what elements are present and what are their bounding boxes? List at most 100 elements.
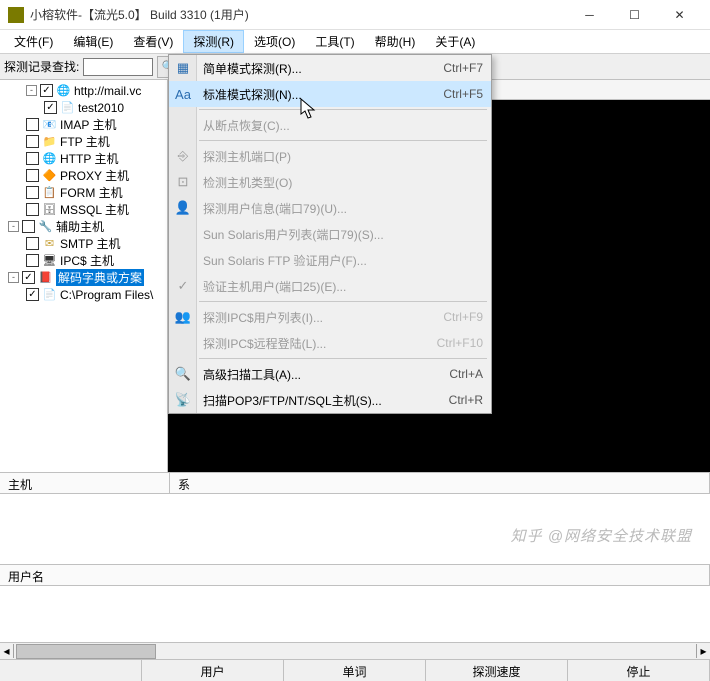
tree-checkbox[interactable] [26,135,39,148]
menu-item-label: 从断点恢复(C)... [203,117,483,134]
tree-checkbox[interactable] [26,203,39,216]
tree-row[interactable]: 📧IMAP 主机 [2,116,167,133]
tree-row[interactable]: 🔶PROXY 主机 [2,167,167,184]
tree-item-icon: 📋 [42,185,57,200]
tree-row[interactable]: 🌐HTTP 主机 [2,150,167,167]
tree-row[interactable]: ✉SMTP 主机 [2,235,167,252]
tree-row[interactable]: 📄C:\Program Files\ [2,286,167,303]
tree-panel[interactable]: -🌐http://mail.vc📄test2010📧IMAP 主机📁FTP 主机… [0,80,168,472]
grid-body-2[interactable] [0,586,710,642]
menu-item-icon: 📡 [174,391,192,409]
status-cell-3: 探测速度 [426,660,568,681]
menu-item: Sun Solaris用户列表(端口79)(S)... [169,221,491,247]
tree-checkbox[interactable] [26,186,39,199]
menu-item-icon: 👥 [174,308,192,326]
menu-item-4[interactable]: 选项(O) [244,30,305,53]
grid-column-header[interactable]: 主机 [0,473,170,493]
status-cell-4[interactable]: 停止 [568,660,710,681]
menu-item-icon: Aa [174,85,192,103]
expand-toggle-icon[interactable]: - [8,272,19,283]
grid-header-2: 用户名 [0,564,710,586]
tree-checkbox[interactable] [22,271,35,284]
tree-row[interactable]: -📕解码字典或方案 [2,269,167,286]
tree-row[interactable]: 📋FORM 主机 [2,184,167,201]
horizontal-scrollbar[interactable]: ◂ ▸ [0,642,710,659]
menu-item[interactable]: ▦简单模式探测(R)...Ctrl+F7 [169,55,491,81]
tree-item-icon: 🌐 [42,151,57,166]
menu-item-7[interactable]: 关于(A) [425,30,485,53]
menu-item: ✓ 验证主机用户(端口25)(E)... [169,273,491,299]
tree-checkbox[interactable] [40,84,53,97]
menu-item: 👥 探测IPC$用户列表(I)...Ctrl+F9 [169,304,491,330]
menu-item-5[interactable]: 工具(T) [305,30,364,53]
menu-item-label: 探测IPC$远程登陆(L)... [203,335,437,352]
menu-item-label: 验证主机用户(端口25)(E)... [203,278,483,295]
menu-item-shortcut: Ctrl+F10 [437,336,483,350]
maximize-button[interactable]: ☐ [612,0,657,30]
tree-row[interactable]: 📄test2010 [2,99,167,116]
tree-row[interactable]: 📁FTP 主机 [2,133,167,150]
tree-item-label: HTTP 主机 [60,150,118,167]
tree-checkbox[interactable] [26,254,39,267]
tree-item-label: FTP 主机 [60,133,110,150]
menu-item-label: 探测IPC$用户列表(I)... [203,309,443,326]
menu-item-6[interactable]: 帮助(H) [365,30,426,53]
menu-item: 👤 探测用户信息(端口79)(U)... [169,195,491,221]
tree-row[interactable]: -🌐http://mail.vc [2,82,167,99]
menu-separator [199,140,487,141]
tree-item-icon: 🔶 [42,168,57,183]
menu-separator [199,358,487,359]
menu-item-label: 扫描POP3/FTP/NT/SQL主机(S)... [203,392,449,409]
tree-item-label: PROXY 主机 [60,167,129,184]
menu-item: 探测IPC$远程登陆(L)...Ctrl+F10 [169,330,491,356]
status-bar: 用户单词探测速度停止 [0,659,710,681]
menu-item-shortcut: Ctrl+F7 [443,61,483,75]
tree-item-label: SMTP 主机 [60,235,120,252]
minimize-button[interactable]: ─ [567,0,612,30]
expand-toggle-icon[interactable]: - [8,221,19,232]
tree-row[interactable]: 🗄MSSQL 主机 [2,201,167,218]
menu-item-label: 探测用户信息(端口79)(U)... [203,200,483,217]
tree-checkbox[interactable] [44,101,57,114]
tree-item-icon: 📄 [60,100,75,115]
search-input[interactable] [83,58,153,76]
menu-item-0[interactable]: 文件(F) [4,30,63,53]
menu-item[interactable]: 🔍高级扫描工具(A)...Ctrl+A [169,361,491,387]
tree-item-icon: 📕 [38,270,53,285]
tree-checkbox[interactable] [26,169,39,182]
tree-checkbox[interactable] [26,237,39,250]
menu-item-icon: 🔍 [174,365,192,383]
menu-item[interactable]: 📡扫描POP3/FTP/NT/SQL主机(S)...Ctrl+R [169,387,491,413]
tree-checkbox[interactable] [26,288,39,301]
menu-item-shortcut: Ctrl+A [449,367,483,381]
menu-item-3[interactable]: 探测(R) [183,30,244,53]
grid-column-header[interactable]: 用户名 [0,565,710,585]
tree-item-icon: 📧 [42,117,57,132]
status-cell-2: 单词 [284,660,426,681]
expand-toggle-icon[interactable]: - [26,85,37,96]
menu-item: 从断点恢复(C)... [169,112,491,138]
tree-checkbox[interactable] [22,220,35,233]
menu-item-icon [174,116,192,134]
menu-separator [199,301,487,302]
tree-item-label: MSSQL 主机 [60,201,129,218]
menu-item: ⊡检测主机类型(O) [169,169,491,195]
tree-item-label: C:\Program Files\ [60,288,153,302]
tree-item-icon: 📁 [42,134,57,149]
tree-row[interactable]: -🔧辅助主机 [2,218,167,235]
tree-checkbox[interactable] [26,118,39,131]
menu-item-icon: ✓ [174,277,192,295]
grid-column-header[interactable]: 系 [170,473,710,493]
status-cell-0 [0,660,142,681]
menu-item-2[interactable]: 查看(V) [123,30,183,53]
watermark-text: 知乎 @网络安全技术联盟 [511,525,692,546]
menu-item-1[interactable]: 编辑(E) [63,30,123,53]
menu-item-shortcut: Ctrl+F9 [443,310,483,324]
tree-row[interactable]: 🖥IPC$ 主机 [2,252,167,269]
tree-checkbox[interactable] [26,152,39,165]
close-button[interactable]: ✕ [657,0,702,30]
menu-item[interactable]: Aa标准模式探测(N)...Ctrl+F5 [169,81,491,107]
menu-item-icon: ⊡ [174,173,192,191]
menu-item-icon: 👤 [174,199,192,217]
tree-item-label: IMAP 主机 [60,116,116,133]
